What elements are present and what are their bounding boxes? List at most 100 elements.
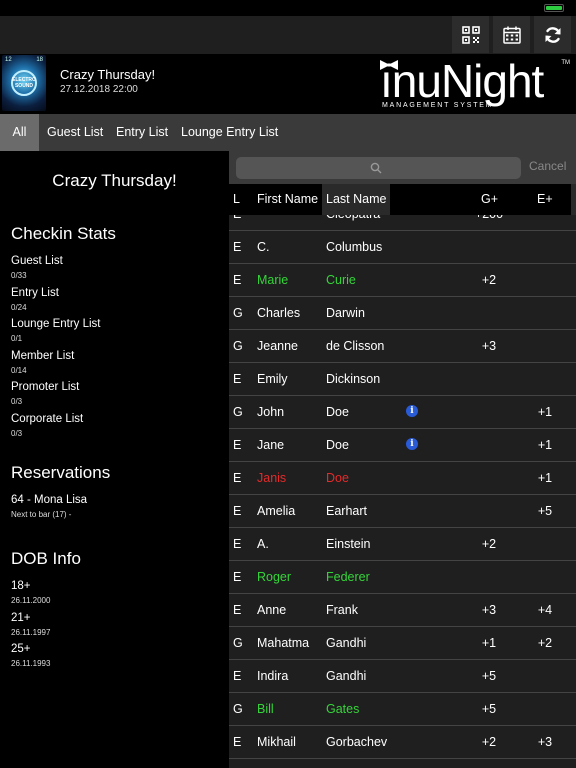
reservations-heading: Reservations	[11, 463, 111, 482]
row-last-name: Gorbachev	[326, 735, 388, 749]
thumb-text-left: 12	[5, 57, 12, 63]
row-list-type: E	[233, 735, 242, 749]
table-row[interactable]: E Mikhail Gorbachev +2 +3	[229, 726, 576, 759]
info-icon[interactable]: i	[406, 405, 418, 417]
row-list-type: G	[233, 306, 243, 320]
table-row[interactable]: E Amelia Earhart +5	[229, 495, 576, 528]
row-guests-plus: +5	[481, 702, 497, 716]
tab-guest-list[interactable]: Guest List	[47, 114, 103, 151]
search-icon	[370, 162, 382, 174]
row-first-name: Mikhail	[257, 735, 296, 749]
row-entry-plus: +2	[537, 636, 553, 650]
reservation-item-label[interactable]: 64 - Mona Lisa	[11, 494, 87, 506]
row-entry-plus	[525, 330, 565, 362]
column-header-first-name[interactable]: First Name	[257, 184, 318, 215]
table-row[interactable]: E Jane Doe +1 i	[229, 429, 576, 462]
event-date: 27.12.2018 22:00	[60, 84, 138, 95]
column-header-guests-plus[interactable]: G+	[481, 184, 498, 215]
table-row[interactable]: E Emily Dickinson	[229, 363, 576, 396]
refresh-button[interactable]	[534, 16, 571, 53]
row-first-name: Jane	[257, 438, 285, 452]
stat-promoter-list-label: Promoter List	[11, 381, 80, 393]
row-guests-plus: +2	[481, 273, 497, 287]
qr-code-button[interactable]	[452, 16, 489, 53]
reservation-item-sub: Next to bar (17) -	[11, 510, 72, 519]
row-first-name: Marie	[257, 273, 289, 287]
event-header: 12 18 ELECTRO SOUND Crazy Thursday! 27.1…	[0, 54, 576, 114]
calendar-button[interactable]	[493, 16, 530, 53]
table-row[interactable]: G Jeanne de Clisson +3	[229, 330, 576, 363]
row-entry-plus	[525, 693, 565, 725]
row-first-name: A.	[257, 537, 269, 551]
nunight-logo: ınuNight TM MANAGEMENT SYSTEM	[378, 58, 570, 112]
row-entry-plus: +1	[537, 471, 553, 485]
row-list-type: E	[233, 471, 242, 485]
table-row[interactable]: G Charles Darwin	[229, 297, 576, 330]
table-row[interactable]: E Roger Federer	[229, 561, 576, 594]
table-row[interactable]: G Mahatma Gandhi +1 +2	[229, 627, 576, 660]
table-row[interactable]: G John Doe +1 i	[229, 396, 576, 429]
row-guests-plus	[469, 297, 509, 329]
row-guests-plus: +5	[481, 669, 497, 683]
table-row[interactable]: E Janis Doe +1	[229, 462, 576, 495]
tab-lounge-entry-list[interactable]: Lounge Entry List	[181, 114, 278, 151]
table-row[interactable]: E Indira Gandhi +5	[229, 660, 576, 693]
table-row[interactable]: G Bill Gates +5	[229, 693, 576, 726]
column-header-entry-plus[interactable]: E+	[537, 184, 553, 215]
row-list-type: G	[233, 405, 243, 419]
qr-code-icon	[461, 25, 480, 44]
row-entry-plus	[525, 264, 565, 296]
row-guests-plus: +3	[481, 603, 497, 617]
row-first-name: Anne	[257, 603, 287, 617]
row-entry-plus: +1	[537, 405, 553, 419]
row-list-type: E	[233, 215, 241, 230]
tab-all[interactable]: All	[0, 114, 39, 151]
sidebar-event-title: Crazy Thursday!	[52, 171, 177, 190]
stat-guest-list-value: 0/33	[11, 271, 27, 280]
table-row[interactable]: E Cleopatra +200	[229, 215, 576, 231]
dob-25-date: 26.11.1993	[11, 659, 51, 668]
column-header-list[interactable]: L	[233, 184, 240, 215]
row-first-name: Janis	[257, 471, 287, 485]
top-toolbar	[0, 16, 576, 54]
row-entry-plus: +3	[537, 735, 553, 749]
row-list-type: G	[233, 702, 243, 716]
table-row[interactable]: E A. Einstein +2	[229, 528, 576, 561]
row-list-type: G	[233, 636, 243, 650]
row-last-name: Frank	[326, 603, 358, 617]
row-entry-plus	[525, 363, 565, 395]
cancel-button[interactable]: Cancel	[529, 159, 566, 173]
tab-entry-list[interactable]: Entry List	[116, 114, 168, 151]
row-guests-plus	[469, 231, 509, 263]
row-last-name: Cleopatra	[326, 215, 380, 230]
logo-tm: TM	[561, 60, 570, 66]
column-header-last-name[interactable]: Last Name	[326, 184, 386, 215]
info-icon[interactable]: i	[406, 438, 418, 450]
stat-corporate-list-label: Corporate List	[11, 413, 84, 425]
row-guests-plus: +1	[481, 636, 497, 650]
stat-member-list-value: 0/14	[11, 366, 27, 375]
row-last-name: Einstein	[326, 537, 371, 551]
calendar-icon	[502, 26, 521, 44]
table-row[interactable]: E C. Columbus	[229, 231, 576, 264]
row-list-type: E	[233, 240, 242, 254]
row-first-name: Mahatma	[257, 636, 310, 650]
table-row[interactable]: E Anne Frank +3 +4	[229, 594, 576, 627]
filter-tabs: All Guest List Entry List Lounge Entry L…	[0, 114, 576, 151]
table-row[interactable]: E Marie Curie +2	[229, 264, 576, 297]
row-first-name: Indira	[257, 669, 289, 683]
row-guests-plus: +3	[481, 339, 497, 353]
row-last-name: Columbus	[326, 240, 383, 254]
stat-guest-list-label: Guest List	[11, 255, 63, 267]
row-first-name: Bill	[257, 702, 274, 716]
dob-info-heading: DOB Info	[11, 549, 81, 568]
row-list-type: E	[233, 603, 242, 617]
event-thumbnail[interactable]: 12 18 ELECTRO SOUND	[2, 55, 46, 111]
row-last-name: Gates	[326, 702, 360, 716]
row-guests-plus	[469, 396, 509, 428]
battery-icon	[544, 4, 564, 12]
row-guests-plus: +2	[481, 735, 497, 749]
row-entry-plus	[525, 561, 565, 593]
dob-25-label: 25+	[11, 643, 31, 655]
table-header: L First Name Last Name G+ E+	[229, 184, 576, 215]
